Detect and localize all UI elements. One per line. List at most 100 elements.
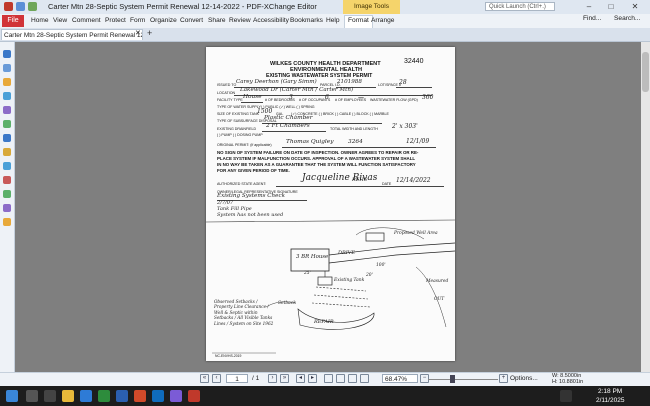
powerpoint-icon[interactable] xyxy=(134,390,146,402)
tab-protect[interactable]: Protect xyxy=(105,17,126,24)
minimize-button[interactable]: – xyxy=(580,0,598,14)
page-number-input[interactable]: 1 xyxy=(226,374,248,383)
tab-bookmarks[interactable]: Bookmarks xyxy=(290,17,323,24)
save-icon[interactable] xyxy=(16,2,25,11)
tank-size-value: 1500 xyxy=(257,108,273,115)
quick-launch-input[interactable]: Quick Launch (Ctrl+.) xyxy=(485,2,555,11)
pdf-page[interactable]: 32440 WILKES COUNTY HEALTH DEPARTMENT EN… xyxy=(206,47,455,361)
continuous-page-icon[interactable] xyxy=(336,374,345,383)
original-permit-date: 12/1/09 xyxy=(406,138,430,145)
undo-icon[interactable] xyxy=(28,2,37,11)
existing-drainfield-value: 2 Ft Chambers xyxy=(266,123,310,129)
back-view-icon[interactable]: ◂ xyxy=(296,374,305,383)
sketch-repair-label: REPAIR xyxy=(314,319,334,325)
find-button[interactable]: Find... xyxy=(583,15,601,22)
thumbnails-pane-icon[interactable] xyxy=(3,64,11,72)
tab-form[interactable]: Form xyxy=(130,17,145,24)
document-tab-close-icon[interactable]: ✕ xyxy=(135,29,141,37)
first-page-icon[interactable]: « xyxy=(200,374,209,383)
tab-accessibility[interactable]: Accessibility xyxy=(253,17,289,24)
agent-label: AUTHORIZED STATE AGENT: xyxy=(217,182,267,186)
facility-label: FACILITY TYPE xyxy=(217,98,243,102)
pdf-xchange-icon[interactable] xyxy=(188,390,200,402)
tab-comment[interactable]: Comment xyxy=(72,17,101,24)
scrollbar-thumb[interactable] xyxy=(642,52,649,92)
form-code: NC-ENVHS-2019 xyxy=(215,354,242,358)
document-tab[interactable]: Carter Mtn 28-Septic System Permit Renew… xyxy=(1,29,143,40)
bookmarks-pane-icon[interactable] xyxy=(3,50,11,58)
tab-home[interactable]: Home xyxy=(31,17,49,24)
existing-drainfield-label: EXISTING DRAINFIELD xyxy=(217,127,257,131)
zoom-slider-handle[interactable] xyxy=(450,375,455,383)
file-menu-tab[interactable]: File xyxy=(2,15,24,27)
tab-help[interactable]: Help xyxy=(326,17,340,24)
single-page-icon[interactable] xyxy=(324,374,333,383)
sketch-house-label: 3 BR House xyxy=(296,254,329,260)
zoom-slider-track[interactable] xyxy=(428,379,498,380)
fields-pane-icon[interactable] xyxy=(3,120,11,128)
wastewater-value: 360 xyxy=(422,94,434,101)
tab-organize[interactable]: Organize xyxy=(150,17,177,24)
edge-icon[interactable] xyxy=(80,390,92,402)
occupants-value: 6 xyxy=(325,94,329,101)
total-width-label: TOTAL WIDTH AND LENGTH xyxy=(330,127,378,131)
tab-view[interactable]: View xyxy=(53,17,67,24)
tab-convert[interactable]: Convert xyxy=(180,17,203,24)
lot-value: 28 xyxy=(399,79,407,86)
new-tab-button[interactable]: + xyxy=(147,28,152,38)
next-page-icon[interactable]: › xyxy=(268,374,277,383)
file-explorer-icon[interactable] xyxy=(62,390,74,402)
destinations-pane-icon[interactable] xyxy=(3,176,11,184)
wastewater-label: WASTEWATER FLOW (GPD) xyxy=(370,98,418,102)
issued-to-value: Carey Deerhon (Gary Simm) xyxy=(236,79,317,85)
excel-icon[interactable] xyxy=(98,390,110,402)
sketch-setback-label: Setback xyxy=(278,301,296,306)
options-button[interactable]: Options... xyxy=(510,375,538,382)
system-tray-icons[interactable] xyxy=(560,390,572,402)
word-icon[interactable] xyxy=(116,390,128,402)
clock-time[interactable]: 2:18 PM xyxy=(598,388,622,395)
tab-share[interactable]: Share xyxy=(208,17,226,24)
properties-pane-icon[interactable] xyxy=(3,204,11,212)
image-tools-context-tab[interactable]: Image Tools xyxy=(343,0,400,14)
employees-value: — xyxy=(358,94,364,101)
tags-pane-icon[interactable] xyxy=(3,148,11,156)
clock-date[interactable]: 2/11/2025 xyxy=(596,397,624,404)
warning-line-1: NO SIGN OF SYSTEM FAILURE ON DATE OF INS… xyxy=(217,150,419,155)
attachments-pane-icon[interactable] xyxy=(3,92,11,100)
search-taskbar-icon[interactable] xyxy=(26,390,38,402)
forward-view-icon[interactable]: ▸ xyxy=(308,374,317,383)
zoom-level-input[interactable]: 68.47% xyxy=(382,374,418,383)
original-permit-name: Thomas Quigley xyxy=(286,139,334,145)
permit-number: 32440 xyxy=(404,58,424,65)
pump-options: ( ) PUMP ( ) DOSING PUMP xyxy=(217,133,263,137)
bedrooms-value: 3 xyxy=(289,94,293,101)
search-button[interactable]: Search... xyxy=(614,15,640,22)
content-pane-icon[interactable] xyxy=(3,162,11,170)
fit-width-icon[interactable] xyxy=(360,374,369,383)
facing-pages-icon[interactable] xyxy=(348,374,357,383)
original-permit-label: ORIGINAL PERMIT: (if applicable) xyxy=(217,143,272,147)
sketch-out-label: OUT xyxy=(434,297,445,302)
zoom-in-icon[interactable]: + xyxy=(499,374,508,383)
articles-pane-icon[interactable] xyxy=(3,190,11,198)
signatures-pane-icon[interactable] xyxy=(3,134,11,142)
location-label: LOCATION xyxy=(217,91,236,95)
stamps-pane-icon[interactable] xyxy=(3,218,11,226)
sketch-setback-notes: Observed Setbacks / Property Line Cleara… xyxy=(214,299,274,326)
layers-pane-icon[interactable] xyxy=(3,106,11,114)
agent-title: REHS xyxy=(352,177,368,183)
last-page-icon[interactable]: » xyxy=(280,374,289,383)
tab-arrange[interactable]: Arrange xyxy=(371,17,394,24)
task-view-icon[interactable] xyxy=(44,390,56,402)
maximize-button[interactable]: □ xyxy=(602,0,620,14)
teams-icon[interactable] xyxy=(170,390,182,402)
tab-format[interactable]: Format xyxy=(344,15,373,29)
prev-page-icon[interactable]: ‹ xyxy=(212,374,221,383)
outlook-icon[interactable] xyxy=(152,390,164,402)
tab-review[interactable]: Review xyxy=(229,17,251,24)
close-button[interactable]: ✕ xyxy=(626,0,644,14)
comments-pane-icon[interactable] xyxy=(3,78,11,86)
start-icon[interactable] xyxy=(6,390,18,402)
total-width-value: 2' x 303' xyxy=(392,123,418,130)
